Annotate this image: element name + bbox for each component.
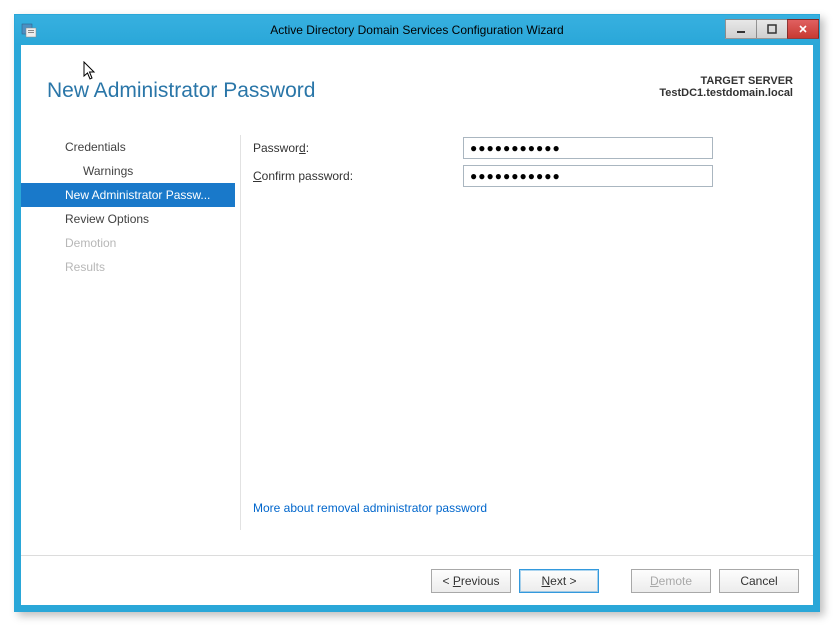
minimize-button[interactable]: [725, 19, 757, 39]
maximize-button[interactable]: [756, 19, 788, 39]
vertical-divider: [240, 135, 241, 530]
cancel-button[interactable]: Cancel: [719, 569, 799, 593]
target-server-label: TARGET SERVER: [659, 75, 793, 87]
wizard-window: Active Directory Domain Services Configu…: [14, 14, 820, 612]
step-new-admin-password[interactable]: New Administrator Passw...: [21, 183, 235, 207]
password-input[interactable]: [463, 137, 713, 159]
form-area: Password: Confirm password:: [253, 135, 793, 191]
target-server-name: TestDC1.testdomain.local: [659, 87, 793, 99]
previous-button[interactable]: < Previous: [431, 569, 511, 593]
help-link[interactable]: More about removal administrator passwor…: [253, 501, 487, 515]
target-server-info: TARGET SERVER TestDC1.testdomain.local: [659, 75, 793, 99]
next-button[interactable]: Next >: [519, 569, 599, 593]
demote-button: Demote: [631, 569, 711, 593]
step-review-options[interactable]: Review Options: [47, 207, 235, 231]
wizard-step-list: Credentials Warnings New Administrator P…: [47, 135, 235, 279]
app-icon: [21, 22, 37, 38]
password-label: Password:: [253, 141, 463, 155]
confirm-password-label: Confirm password:: [253, 169, 463, 183]
titlebar: Active Directory Domain Services Configu…: [15, 15, 819, 45]
step-results: Results: [47, 255, 235, 279]
button-bar: < Previous Next > Demote Cancel: [21, 555, 813, 605]
step-credentials[interactable]: Credentials: [47, 135, 235, 159]
confirm-password-input[interactable]: [463, 165, 713, 187]
window-controls: [726, 19, 819, 41]
step-demotion: Demotion: [47, 231, 235, 255]
window-title: Active Directory Domain Services Configu…: [15, 23, 819, 37]
close-button[interactable]: [787, 19, 819, 39]
step-warnings[interactable]: Warnings: [47, 159, 235, 183]
page-heading: New Administrator Password: [47, 79, 315, 103]
